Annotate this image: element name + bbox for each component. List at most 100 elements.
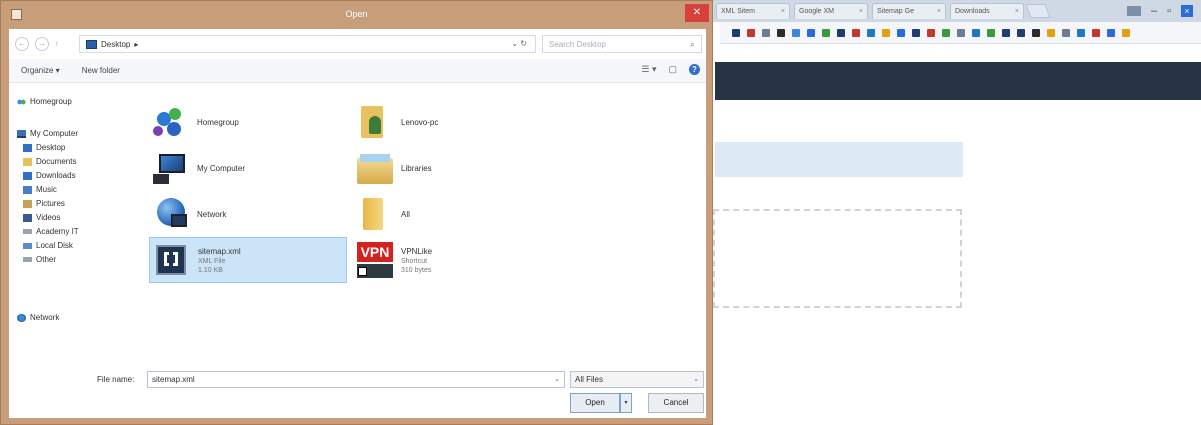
net-icon <box>17 313 26 322</box>
nav-item[interactable]: Homegroup <box>17 97 72 106</box>
refresh-icon[interactable]: ↻ <box>520 39 527 48</box>
bookmark-icon[interactable] <box>747 28 755 37</box>
tab-close-icon[interactable]: × <box>1015 8 1019 15</box>
bookmark-icon[interactable] <box>972 28 980 37</box>
file-name: Homegroup <box>197 117 239 127</box>
bookmark-icon[interactable] <box>987 28 995 37</box>
dialog-title: Open <box>345 9 368 19</box>
bookmark-icon[interactable] <box>942 28 950 37</box>
file-size: 310 bytes <box>401 266 432 274</box>
nav-item[interactable]: Other <box>23 255 56 264</box>
file-name: VPNLike <box>401 246 433 256</box>
folder-icon <box>23 157 32 166</box>
file-item-sitemap-xml[interactable]: sitemap.xml XML File 1.10 KB <box>149 237 347 283</box>
bookmark-icon[interactable] <box>1122 28 1130 37</box>
bookmark-icon[interactable] <box>822 28 830 37</box>
bookmark-icon[interactable] <box>1092 28 1100 37</box>
bookmark-icon[interactable] <box>927 28 935 37</box>
file-item-all[interactable]: All <box>353 193 543 235</box>
nav-item[interactable]: Music <box>23 185 57 194</box>
bookmark-icon[interactable] <box>732 28 740 37</box>
bookmark-icon[interactable] <box>1002 28 1010 37</box>
address-bar[interactable]: Desktop ▸ ⌄ ↻ <box>79 35 536 53</box>
maximize-icon[interactable]: ▫ <box>1167 5 1171 17</box>
profile-icon[interactable] <box>1126 6 1141 16</box>
preview-pane-icon[interactable]: ▢ <box>668 64 677 75</box>
file-item-lenovo-pc[interactable]: Lenovo-pc <box>353 101 543 143</box>
browser-tab[interactable]: Google XM × <box>794 3 868 19</box>
bookmark-icon[interactable] <box>777 28 785 37</box>
bookmark-icon[interactable] <box>807 28 815 37</box>
nav-item[interactable]: Desktop <box>23 143 65 152</box>
file-name: My Computer <box>197 163 246 173</box>
open-options-button[interactable]: ▾ <box>620 393 632 413</box>
new-folder-button[interactable]: New folder <box>82 66 120 75</box>
nav-item[interactable]: Local Disk <box>23 241 73 250</box>
nav-item[interactable]: Academy IT <box>23 227 79 236</box>
bookmark-icon[interactable] <box>882 28 890 37</box>
bookmark-icon[interactable] <box>1107 28 1115 37</box>
bookmark-icon[interactable] <box>912 28 920 37</box>
file-item-vpnlike[interactable]: VPN VPNLike Shortcut 310 bytes <box>353 239 543 281</box>
tab-close-icon[interactable]: × <box>781 8 785 15</box>
search-icon[interactable]: ⌕ <box>690 39 695 50</box>
nav-item[interactable]: Downloads <box>23 171 76 180</box>
chevron-right-icon[interactable]: ▸ <box>134 40 138 49</box>
open-button[interactable]: Open <box>570 393 620 413</box>
tab-label: Google XM <box>799 8 835 15</box>
bookmark-icon[interactable] <box>762 28 770 37</box>
file-item-my-computer[interactable]: My Computer <box>149 147 339 189</box>
bookmark-icon[interactable] <box>897 28 905 37</box>
chevron-down-icon[interactable]: ⌄ <box>511 39 518 48</box>
address-location[interactable]: Desktop <box>101 40 130 49</box>
minimize-icon[interactable]: – <box>1151 5 1157 17</box>
bookmark-icon[interactable] <box>957 28 965 37</box>
tab-close-icon[interactable]: × <box>937 8 941 15</box>
help-icon[interactable]: ? <box>689 64 700 75</box>
search-placeholder: Search Desktop <box>549 39 606 49</box>
chevron-down-icon[interactable]: ⌄ <box>554 372 560 387</box>
bookmark-icon[interactable] <box>1062 28 1070 37</box>
file-name-value: sitemap.xml <box>152 375 195 384</box>
view-options-icon[interactable]: ☰ ▾ <box>641 64 656 75</box>
close-icon[interactable]: × <box>1181 5 1193 17</box>
browser-tab[interactable]: Downloads × <box>950 3 1024 19</box>
file-type-select[interactable]: All Files ⌄ <box>570 371 704 388</box>
nav-item[interactable]: Network <box>17 313 59 322</box>
bookmark-icon[interactable] <box>1077 28 1085 37</box>
chevron-down-icon[interactable]: ⌄ <box>693 372 699 387</box>
dialog-client: ← → ↑ Desktop ▸ ⌄ ↻ Search Desktop ⌕ Org… <box>9 29 706 418</box>
tab-close-icon[interactable]: × <box>859 8 863 15</box>
back-button[interactable]: ← <box>15 37 29 51</box>
bookmark-icon[interactable] <box>1017 28 1025 37</box>
file-name-input[interactable]: sitemap.xml ⌄ <box>147 371 565 388</box>
bookmark-icon[interactable] <box>837 28 845 37</box>
up-button[interactable]: ↑ <box>55 41 59 48</box>
nav-item-label: Documents <box>36 157 77 166</box>
bookmark-icon[interactable] <box>852 28 860 37</box>
new-tab-button[interactable] <box>1025 4 1051 18</box>
file-item-network[interactable]: Network <box>149 193 339 235</box>
nav-item[interactable]: My Computer <box>17 129 78 138</box>
browser-tab[interactable]: Sitemap Ge × <box>872 3 946 19</box>
file-item-homegroup[interactable]: Homegroup <box>149 101 339 143</box>
dialog-close-button[interactable]: ✕ <box>685 4 709 22</box>
cancel-button[interactable]: Cancel <box>648 393 704 413</box>
search-input[interactable]: Search Desktop ⌕ <box>542 35 702 53</box>
upload-drop-zone[interactable] <box>713 209 962 308</box>
browser-tab[interactable]: XML Sitem × <box>716 3 790 19</box>
forward-button[interactable]: → <box>35 37 49 51</box>
address-controls: ⌄ ↻ <box>511 39 527 48</box>
file-item-libraries[interactable]: Libraries <box>353 147 543 189</box>
nav-item[interactable]: Documents <box>23 157 76 166</box>
bookmark-icon[interactable] <box>1047 28 1055 37</box>
bookmark-icon[interactable] <box>1032 28 1040 37</box>
nav-item[interactable]: Videos <box>23 213 60 222</box>
file-type: XML File <box>198 257 226 265</box>
organize-button[interactable]: Organize ▾ <box>21 66 60 75</box>
bookmark-icon[interactable] <box>867 28 875 37</box>
bookmark-icon[interactable] <box>792 28 800 37</box>
local-icon <box>23 242 32 249</box>
toolbar-right: ☰ ▾ ▢ ? <box>641 64 700 75</box>
nav-item[interactable]: Pictures <box>23 199 65 208</box>
